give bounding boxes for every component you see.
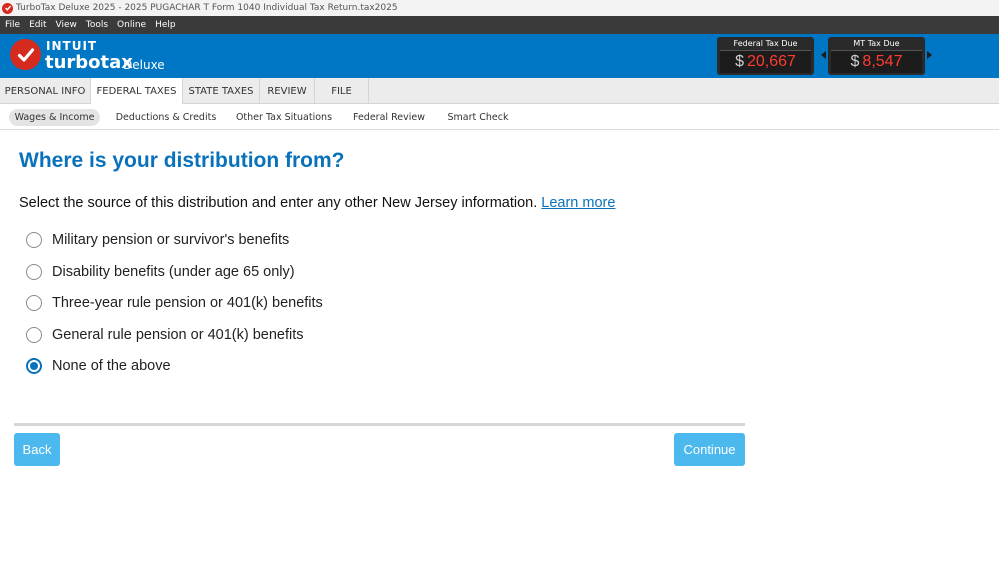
instruction-body: Select the source of this distribution a…: [19, 195, 538, 211]
state-tax-due-amount: 8,547: [862, 53, 903, 70]
menu-tools[interactable]: Tools: [86, 20, 108, 30]
menu-file[interactable]: File: [5, 20, 20, 30]
federal-currency-symbol: $: [735, 53, 744, 70]
federal-tax-due-label: Federal Tax Due: [733, 39, 798, 48]
radio-button[interactable]: [26, 232, 42, 248]
state-tax-due-box[interactable]: MT Tax Due $ 8,547: [828, 37, 925, 75]
federal-tax-due-amount: 20,667: [746, 53, 796, 70]
window-title-bar: TurboTax Deluxe 2025 - 2025 PUGACHAR T F…: [0, 0, 999, 16]
previous-arrow-icon[interactable]: [821, 51, 826, 59]
section-divider: [14, 423, 745, 426]
option-disability-benefits[interactable]: Disability benefits (under age 65 only): [26, 262, 295, 282]
subtab-deductions-credits[interactable]: Deductions & Credits: [114, 109, 218, 126]
intuit-wordmark: INTUIT: [46, 39, 98, 53]
option-none-of-the-above[interactable]: None of the above: [26, 356, 171, 376]
state-tax-due-display: $ 8,547: [831, 50, 922, 73]
back-button[interactable]: Back: [14, 433, 60, 466]
turbotax-app-icon: [2, 2, 13, 14]
option-label: General rule pension or 401(k) benefits: [52, 327, 304, 343]
tab-file[interactable]: FILE: [315, 78, 369, 104]
window-title: TurboTax Deluxe 2025 - 2025 PUGACHAR T F…: [16, 3, 398, 13]
learn-more-link[interactable]: Learn more: [541, 195, 615, 211]
radio-button[interactable]: [26, 295, 42, 311]
tab-state-taxes[interactable]: STATE TAXES: [183, 78, 260, 104]
state-currency-symbol: $: [850, 53, 860, 70]
subtab-wages-income[interactable]: Wages & Income: [9, 109, 100, 126]
option-label: None of the above: [52, 358, 171, 374]
radio-button[interactable]: [26, 327, 42, 343]
state-tax-due-label: MT Tax Due: [853, 39, 900, 48]
subtab-other-tax-situations[interactable]: Other Tax Situations: [235, 109, 333, 126]
option-label: Disability benefits (under age 65 only): [52, 264, 295, 280]
federal-tax-due-box[interactable]: Federal Tax Due $ 20,667: [717, 37, 814, 75]
tab-personal-info[interactable]: PERSONAL INFO: [0, 78, 91, 104]
checkmark-logo-icon: [10, 39, 41, 70]
option-three-year-rule[interactable]: Three-year rule pension or 401(k) benefi…: [26, 293, 323, 313]
menu-edit[interactable]: Edit: [29, 20, 46, 30]
next-arrow-icon[interactable]: [927, 51, 932, 59]
tab-review[interactable]: REVIEW: [260, 78, 315, 104]
radio-selected-dot: [30, 362, 38, 370]
radio-button-selected[interactable]: [26, 358, 42, 374]
tab-federal-taxes[interactable]: FEDERAL TAXES: [91, 78, 183, 105]
primary-tab-bar: PERSONAL INFO FEDERAL TAXES STATE TAXES …: [0, 78, 999, 105]
subtab-federal-review[interactable]: Federal Review: [350, 109, 428, 126]
option-military-pension[interactable]: Military pension or survivor's benefits: [26, 230, 289, 250]
instruction-text: Select the source of this distribution a…: [19, 195, 615, 211]
menu-view[interactable]: View: [56, 20, 77, 30]
subtab-smart-check[interactable]: Smart Check: [445, 109, 511, 126]
continue-button[interactable]: Continue: [674, 433, 745, 466]
secondary-tab-bar: Wages & Income Deductions & Credits Othe…: [0, 104, 999, 130]
page-title: Where is your distribution from?: [19, 149, 345, 172]
federal-tax-due-display: $ 20,667: [720, 50, 811, 73]
radio-button[interactable]: [26, 264, 42, 280]
option-label: Three-year rule pension or 401(k) benefi…: [52, 295, 323, 311]
option-general-rule[interactable]: General rule pension or 401(k) benefits: [26, 325, 303, 345]
menu-online[interactable]: Online: [117, 20, 146, 30]
menu-help[interactable]: Help: [155, 20, 176, 30]
edition-label: Deluxe: [123, 58, 165, 72]
menu-bar: File Edit View Tools Online Help: [0, 16, 999, 34]
turbotax-wordmark: turbotax: [45, 52, 133, 73]
option-label: Military pension or survivor's benefits: [52, 232, 290, 248]
